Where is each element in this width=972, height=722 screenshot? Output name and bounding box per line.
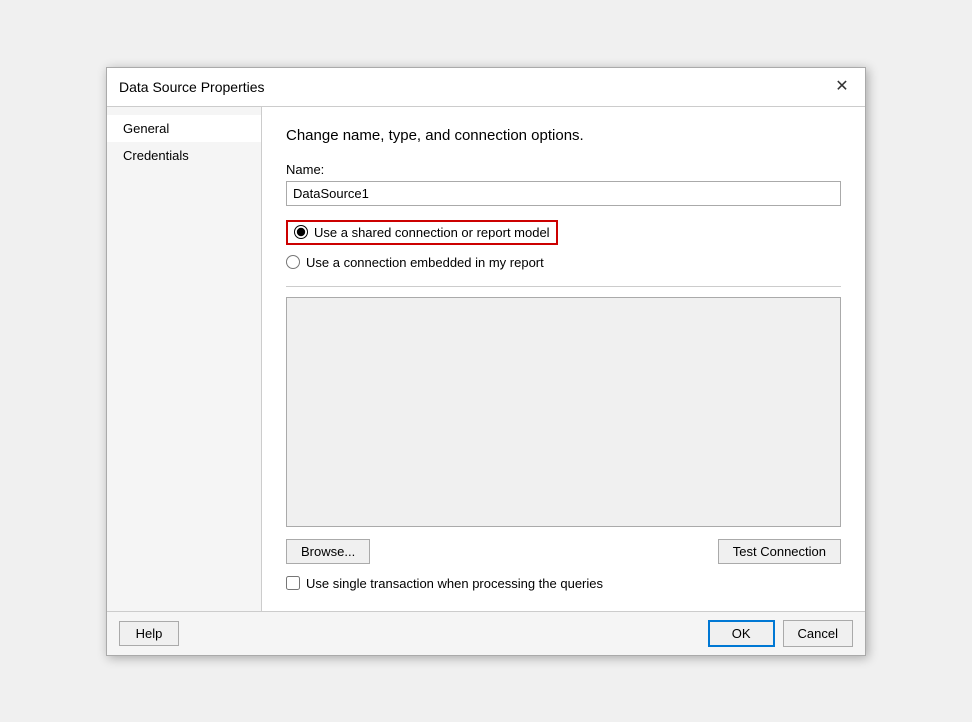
connection-box — [286, 297, 841, 527]
title-bar: Data Source Properties ✕ — [107, 68, 865, 107]
radio-embedded-connection-label: Use a connection embedded in my report — [306, 255, 544, 270]
main-content: Change name, type, and connection option… — [262, 107, 865, 611]
test-connection-button[interactable]: Test Connection — [718, 539, 841, 564]
radio-embedded-connection-input[interactable] — [286, 255, 300, 269]
radio-group: Use a shared connection or report model … — [286, 220, 841, 276]
radio-shared-connection-label: Use a shared connection or report model — [314, 225, 550, 240]
browse-button[interactable]: Browse... — [286, 539, 370, 564]
sidebar-item-general[interactable]: General — [107, 115, 261, 142]
browse-row: Browse... Test Connection — [286, 539, 841, 564]
dialog: Data Source Properties ✕ General Credent… — [106, 67, 866, 656]
dialog-body: General Credentials Change name, type, a… — [107, 107, 865, 611]
radio-shared-connection-input[interactable] — [294, 225, 308, 239]
footer: Help OK Cancel — [107, 611, 865, 655]
help-button[interactable]: Help — [119, 621, 179, 646]
sidebar-item-credentials[interactable]: Credentials — [107, 142, 261, 169]
name-label: Name: — [286, 162, 841, 177]
sidebar: General Credentials — [107, 107, 262, 611]
radio-embedded-connection[interactable]: Use a connection embedded in my report — [286, 255, 544, 270]
radio-shared-connection[interactable]: Use a shared connection or report model — [286, 220, 558, 245]
single-transaction-checkbox[interactable] — [286, 576, 300, 590]
section-title: Change name, type, and connection option… — [286, 127, 841, 144]
cancel-button[interactable]: Cancel — [783, 620, 853, 647]
name-input[interactable] — [286, 181, 841, 206]
checkbox-row: Use single transaction when processing t… — [286, 576, 841, 591]
divider — [286, 286, 841, 287]
ok-button[interactable]: OK — [708, 620, 775, 647]
single-transaction-label: Use single transaction when processing t… — [306, 576, 603, 591]
dialog-title: Data Source Properties — [119, 79, 265, 95]
close-button[interactable]: ✕ — [831, 76, 853, 98]
footer-right: OK Cancel — [708, 620, 853, 647]
